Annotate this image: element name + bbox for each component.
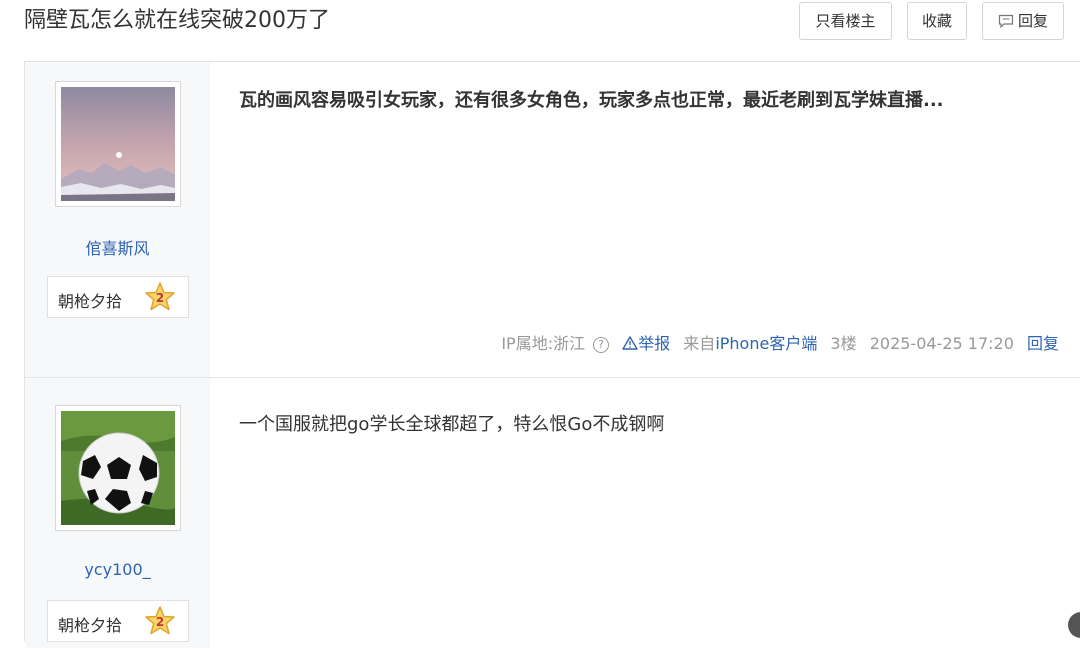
- post-content: 一个国服就把go学长全球都超了，特么恨Go不成钢啊: [239, 414, 665, 435]
- avatar[interactable]: [55, 405, 181, 531]
- only-op-button[interactable]: 只看楼主: [799, 2, 892, 40]
- report-link[interactable]: 举报: [622, 334, 675, 353]
- thread-header: 隔壁瓦怎么就在线突破200万了 只看楼主 收藏 回复: [0, 0, 1080, 62]
- avatar[interactable]: [55, 81, 181, 207]
- ip-location: IP属地:浙江?: [501, 334, 610, 353]
- reply-button[interactable]: 回复: [982, 2, 1064, 40]
- author-sidebar: 倌喜斯风 朝枪夕拾 2: [25, 62, 210, 377]
- badge-level: 2: [156, 615, 164, 629]
- badge-level: 2: [156, 291, 164, 305]
- star-badge-icon: 2: [145, 282, 175, 311]
- post-content: 瓦的画风容易吸引女玩家，还有很多女角色，玩家多点也正常，最近老刷到瓦学妹直播..…: [239, 90, 944, 111]
- floor-number: 3楼: [830, 334, 857, 353]
- avatar-image: [61, 411, 175, 525]
- avatar-image: [61, 87, 175, 201]
- thread-title: 隔壁瓦怎么就在线突破200万了: [24, 8, 330, 33]
- source-client: 来自iPhone客户端: [683, 334, 818, 353]
- badge-name: 朝枪夕拾: [58, 616, 123, 635]
- post-tail: IP属地:浙江? 举报 来自iPhone客户端 3楼 2025-04-25 17…: [493, 330, 1059, 354]
- favorite-button[interactable]: 收藏: [907, 2, 967, 40]
- reply-icon: [998, 14, 1014, 28]
- post-time: 2025-04-25 17:20: [869, 334, 1014, 353]
- badge-name: 朝枪夕拾: [58, 292, 123, 311]
- level-badge[interactable]: 朝枪夕拾 2: [47, 600, 189, 642]
- client-link[interactable]: iPhone客户端: [715, 334, 817, 353]
- post-list: 倌喜斯风 朝枪夕拾 2 瓦的画风容易吸引女玩家，还有很多女角色，玩家多点也正常，…: [24, 61, 1080, 648]
- star-badge-icon: 2: [145, 606, 175, 635]
- post: ycy100_ 朝枪夕拾 2 一个国服就把go学长全球都超了，特么恨Go不成钢啊: [25, 378, 1080, 648]
- post-reply-link[interactable]: 回复: [1027, 334, 1059, 353]
- level-badge[interactable]: 朝枪夕拾 2: [47, 276, 189, 318]
- author-name[interactable]: 倌喜斯风: [25, 235, 210, 259]
- author-name[interactable]: ycy100_: [25, 560, 210, 579]
- author-sidebar: ycy100_ 朝枪夕拾 2: [25, 378, 210, 648]
- reply-button-label: 回复: [1017, 12, 1048, 30]
- question-icon[interactable]: ?: [593, 337, 610, 353]
- warning-icon: [622, 336, 638, 350]
- post: 倌喜斯风 朝枪夕拾 2 瓦的画风容易吸引女玩家，还有很多女角色，玩家多点也正常，…: [25, 62, 1080, 378]
